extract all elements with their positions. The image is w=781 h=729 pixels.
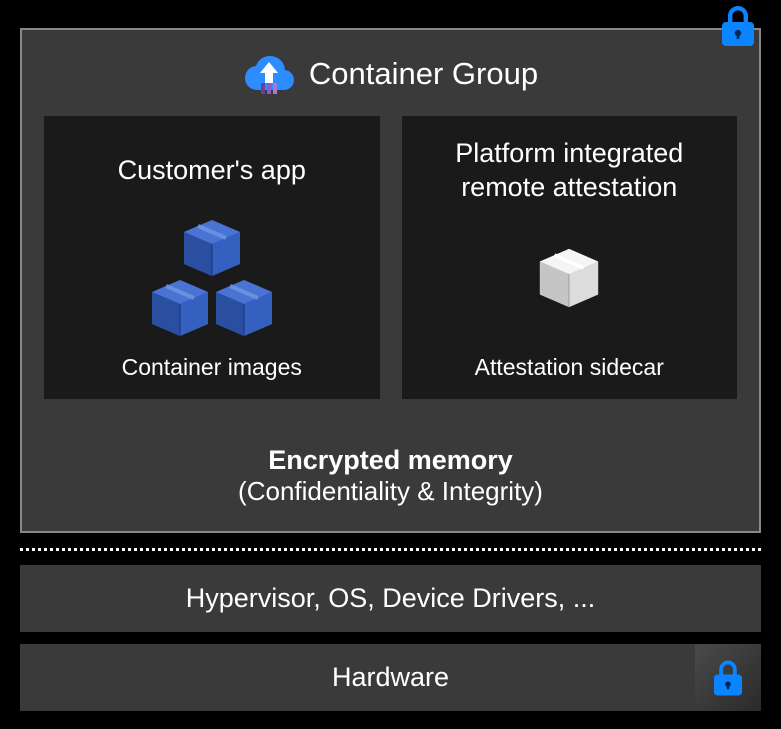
card-caption: Attestation sidecar xyxy=(475,354,664,381)
encrypted-memory-subtitle: (Confidentiality & Integrity) xyxy=(44,476,737,507)
layer-label: Hardware xyxy=(332,662,449,692)
layer-label: Hypervisor, OS, Device Drivers, ... xyxy=(186,583,596,613)
encrypted-memory-section: Encrypted memory (Confidentiality & Inte… xyxy=(44,427,737,531)
card-caption: Container images xyxy=(122,354,302,381)
container-group-header: Container Group xyxy=(44,50,737,98)
container-group-title: Container Group xyxy=(309,56,538,92)
customer-app-card: Customer's app xyxy=(44,116,380,399)
hypervisor-layer: Hypervisor, OS, Device Drivers, ... xyxy=(20,565,761,632)
cloud-upload-icon xyxy=(243,50,295,98)
attestation-card: Platform integrated remote attestation A… xyxy=(402,116,738,399)
card-title: Platform integrated remote attestation xyxy=(414,132,726,210)
encrypted-memory-title: Encrypted memory xyxy=(44,445,737,476)
card-title: Customer's app xyxy=(118,132,306,210)
container-group-panel: Container Group Customer's app xyxy=(20,28,761,533)
lock-icon xyxy=(714,2,762,50)
cards-row: Customer's app xyxy=(44,116,737,399)
divider-dotted xyxy=(20,548,761,551)
box-white-icon xyxy=(536,214,602,342)
hardware-layer: Hardware xyxy=(20,644,761,711)
lock-icon xyxy=(695,644,761,711)
box-stack-blue-icon xyxy=(142,214,282,342)
